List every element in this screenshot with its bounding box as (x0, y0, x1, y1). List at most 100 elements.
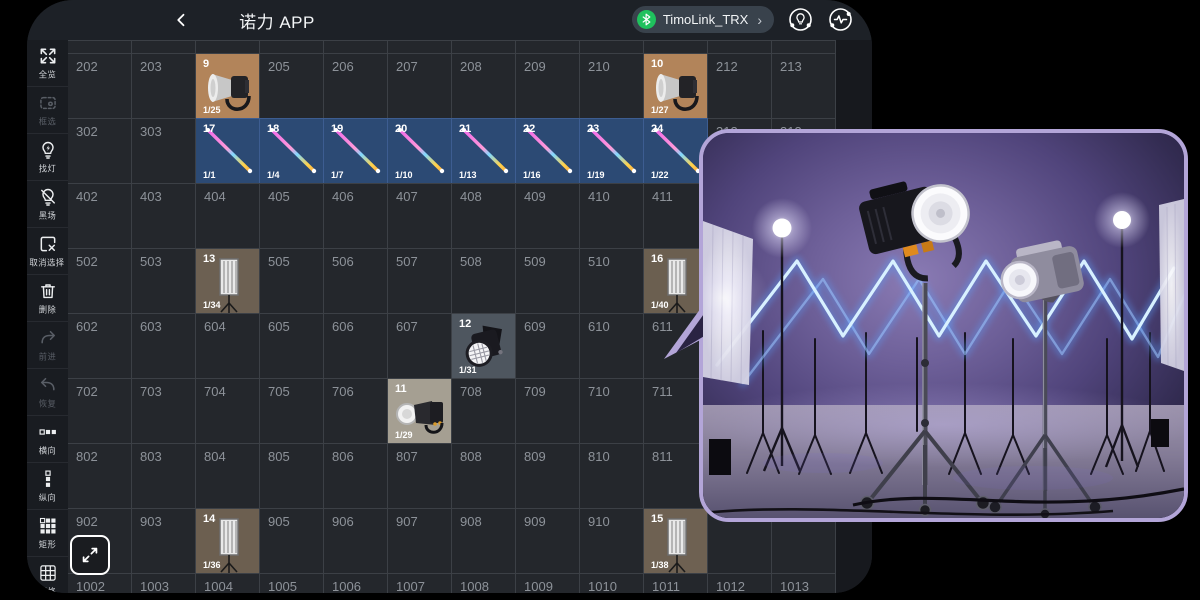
grid-cell-709[interactable]: 709 (516, 378, 580, 444)
grid-cell-1008[interactable]: 1008 (452, 573, 516, 593)
grid-cell-302[interactable]: 302 (68, 118, 132, 184)
grid-cell-807[interactable]: 807 (388, 443, 452, 509)
grid-cell-908[interactable]: 908 (452, 508, 516, 574)
grid-cell-809[interactable]: 809 (516, 443, 580, 509)
grid-cell-509[interactable]: 509 (516, 248, 580, 314)
grid-cell-609[interactable]: 609 (516, 313, 580, 379)
grid-cell-empty[interactable] (516, 40, 580, 54)
activity-wave-icon[interactable] (827, 6, 854, 33)
grid-cell-empty[interactable] (68, 40, 132, 54)
grid-cell-207[interactable]: 207 (388, 53, 452, 119)
grid-cell-205[interactable]: 205 (260, 53, 324, 119)
grid-cell-710[interactable]: 710 (580, 378, 644, 444)
grid-cell-508[interactable]: 508 (452, 248, 516, 314)
grid-cell-empty[interactable] (260, 40, 324, 54)
light-cell-14[interactable]: 141/36 (196, 508, 260, 574)
sidebar-item-delete[interactable]: 删除 (27, 274, 68, 321)
grid-cell-405[interactable]: 405 (260, 183, 324, 249)
grid-cell-406[interactable]: 406 (324, 183, 388, 249)
grid-cell-603[interactable]: 603 (132, 313, 196, 379)
grid-cell-208[interactable]: 208 (452, 53, 516, 119)
light-cell-13[interactable]: 131/34 (196, 248, 260, 314)
light-cell-12[interactable]: 121/31 (452, 313, 516, 379)
grid-cell-909[interactable]: 909 (516, 508, 580, 574)
grid-cell-903[interactable]: 903 (132, 508, 196, 574)
grid-cell-510[interactable]: 510 (580, 248, 644, 314)
grid-cell-1004[interactable]: 1004 (196, 573, 260, 593)
sidebar-item-horizontal[interactable]: 横向 (27, 415, 68, 462)
sidebar-item-full-view[interactable]: 全览 (27, 40, 68, 86)
grid-cell-203[interactable]: 203 (132, 53, 196, 119)
grid-cell-empty[interactable] (708, 40, 772, 54)
light-cell-23[interactable]: 231/19 (580, 118, 644, 184)
grid-cell-1012[interactable]: 1012 (708, 573, 772, 593)
grid-cell-610[interactable]: 610 (580, 313, 644, 379)
light-cell-17[interactable]: 171/1 (196, 118, 260, 184)
grid-cell-402[interactable]: 402 (68, 183, 132, 249)
grid-cell-empty[interactable] (196, 40, 260, 54)
grid-cell-1005[interactable]: 1005 (260, 573, 324, 593)
grid-cell-1009[interactable]: 1009 (516, 573, 580, 593)
grid-cell-empty[interactable] (452, 40, 516, 54)
light-cell-22[interactable]: 221/16 (516, 118, 580, 184)
grid-cell-213[interactable]: 213 (772, 53, 836, 119)
grid-cell-410[interactable]: 410 (580, 183, 644, 249)
grid-cell-505[interactable]: 505 (260, 248, 324, 314)
grid-cell-803[interactable]: 803 (132, 443, 196, 509)
grid-cell-907[interactable]: 907 (388, 508, 452, 574)
grid-cell-1011[interactable]: 1011 (644, 573, 708, 593)
sidebar-item-blackout[interactable]: 黑场 (27, 180, 68, 227)
grid-cell-602[interactable]: 602 (68, 313, 132, 379)
grid-cell-empty[interactable] (772, 40, 836, 54)
grid-cell-202[interactable]: 202 (68, 53, 132, 119)
light-bulb-network-icon[interactable] (787, 6, 814, 33)
grid-cell-502[interactable]: 502 (68, 248, 132, 314)
resize-button[interactable] (70, 535, 110, 575)
sidebar-item-vertical[interactable]: 纵向 (27, 462, 68, 509)
grid-cell-606[interactable]: 606 (324, 313, 388, 379)
grid-cell-209[interactable]: 209 (516, 53, 580, 119)
grid-cell-808[interactable]: 808 (452, 443, 516, 509)
light-cell-21[interactable]: 211/13 (452, 118, 516, 184)
grid-cell-810[interactable]: 810 (580, 443, 644, 509)
grid-cell-706[interactable]: 706 (324, 378, 388, 444)
grid-cell-empty[interactable] (132, 40, 196, 54)
sidebar-item-grid[interactable]: 网格 (27, 556, 68, 593)
grid-cell-407[interactable]: 407 (388, 183, 452, 249)
grid-cell-605[interactable]: 605 (260, 313, 324, 379)
grid-cell-1010[interactable]: 1010 (580, 573, 644, 593)
grid-cell-303[interactable]: 303 (132, 118, 196, 184)
grid-cell-910[interactable]: 910 (580, 508, 644, 574)
light-cell-15[interactable]: 151/38 (644, 508, 708, 574)
grid-cell-210[interactable]: 210 (580, 53, 644, 119)
sidebar-item-find-light[interactable]: 找灯 (27, 133, 68, 180)
grid-cell-702[interactable]: 702 (68, 378, 132, 444)
grid-cell-212[interactable]: 212 (708, 53, 772, 119)
grid-cell-empty[interactable] (388, 40, 452, 54)
grid-cell-empty[interactable] (580, 40, 644, 54)
grid-cell-905[interactable]: 905 (260, 508, 324, 574)
grid-cell-206[interactable]: 206 (324, 53, 388, 119)
light-cell-11[interactable]: 111/29 (388, 378, 452, 444)
grid-cell-805[interactable]: 805 (260, 443, 324, 509)
light-cell-9[interactable]: 91/25 (196, 53, 260, 119)
grid-cell-704[interactable]: 704 (196, 378, 260, 444)
grid-cell-404[interactable]: 404 (196, 183, 260, 249)
light-cell-20[interactable]: 201/10 (388, 118, 452, 184)
grid-cell-708[interactable]: 708 (452, 378, 516, 444)
grid-cell-1002[interactable]: 1002 (68, 573, 132, 593)
grid-cell-empty[interactable] (324, 40, 388, 54)
grid-cell-804[interactable]: 804 (196, 443, 260, 509)
grid-cell-403[interactable]: 403 (132, 183, 196, 249)
light-cell-10[interactable]: 101/27 (644, 53, 708, 119)
grid-cell-507[interactable]: 507 (388, 248, 452, 314)
grid-cell-408[interactable]: 408 (452, 183, 516, 249)
grid-cell-1003[interactable]: 1003 (132, 573, 196, 593)
grid-cell-1007[interactable]: 1007 (388, 573, 452, 593)
light-cell-19[interactable]: 191/7 (324, 118, 388, 184)
grid-cell-705[interactable]: 705 (260, 378, 324, 444)
grid-cell-empty[interactable] (644, 40, 708, 54)
grid-cell-802[interactable]: 802 (68, 443, 132, 509)
grid-cell-1013[interactable]: 1013 (772, 573, 836, 593)
light-cell-18[interactable]: 181/4 (260, 118, 324, 184)
